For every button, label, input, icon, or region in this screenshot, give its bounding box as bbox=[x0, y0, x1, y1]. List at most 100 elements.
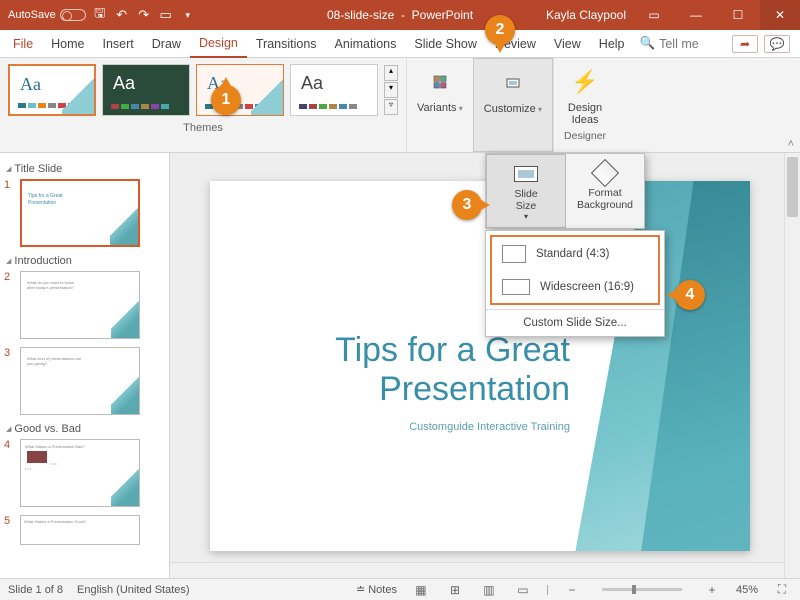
slide-subtitle[interactable]: Customguide Interactive Training bbox=[270, 421, 570, 433]
format-background-button[interactable]: Format Background bbox=[566, 154, 644, 228]
slide-sorter-view-icon[interactable]: ⊞ bbox=[445, 582, 465, 598]
design-ideas-label: Design Ideas bbox=[568, 102, 602, 126]
section-header[interactable]: Introduction bbox=[6, 255, 163, 267]
window-title: 08-slide-size - PowerPoint bbox=[327, 8, 473, 22]
slide-size-widescreen[interactable]: Widescreen (16:9) bbox=[492, 271, 658, 303]
custom-slide-size[interactable]: Custom Slide Size... bbox=[486, 309, 664, 336]
slide-number: 4 bbox=[4, 439, 14, 451]
variants-button[interactable]: Variants bbox=[406, 58, 473, 152]
tab-file[interactable]: File bbox=[4, 30, 42, 58]
slide-thumbnail-item[interactable]: 1 Tips for a GreatPresentation bbox=[4, 179, 165, 247]
slide-size-icon bbox=[514, 166, 538, 182]
customize-icon bbox=[495, 65, 531, 101]
tab-view[interactable]: View bbox=[545, 30, 590, 58]
language-indicator[interactable]: English (United States) bbox=[77, 584, 190, 596]
tab-insert[interactable]: Insert bbox=[94, 30, 143, 58]
tell-me-search[interactable]: 🔍 Tell me bbox=[640, 36, 699, 51]
zoom-in-button[interactable]: + bbox=[702, 582, 722, 598]
tell-me-label: Tell me bbox=[659, 37, 699, 51]
section-header[interactable]: Good vs. Bad bbox=[6, 423, 163, 435]
user-name[interactable]: Kayla Claypool bbox=[546, 8, 626, 22]
tab-home[interactable]: Home bbox=[42, 30, 93, 58]
statusbar: Slide 1 of 8 English (United States) ≐ N… bbox=[0, 578, 800, 600]
undo-icon[interactable]: ↶ bbox=[114, 7, 130, 23]
callout-badge-4: 4 bbox=[675, 280, 705, 310]
workspace: Title Slide 1 Tips for a GreatPresentati… bbox=[0, 153, 800, 578]
slide-count[interactable]: Slide 1 of 8 bbox=[8, 584, 63, 596]
ribbon-tabs: File Home Insert Draw Design Transitions… bbox=[0, 30, 800, 58]
theme-thumb-2[interactable]: Aa bbox=[102, 64, 190, 116]
theme-thumb-3[interactable]: Aa bbox=[196, 64, 284, 116]
autosave-toggle[interactable]: AutoSave bbox=[8, 9, 86, 21]
collapse-ribbon-icon[interactable]: ˄ bbox=[788, 138, 794, 150]
tab-draw[interactable]: Draw bbox=[143, 30, 190, 58]
slide-number: 1 bbox=[4, 179, 14, 191]
ribbon-design: Aa Aa Aa Aa ▴ ▾ ▿ Themes bbox=[0, 58, 800, 153]
save-icon[interactable]: 🖫 bbox=[92, 7, 108, 23]
titlebar: AutoSave 🖫 ↶ ↷ ▭ ▾ 08-slide-size - Power… bbox=[0, 0, 800, 30]
slide-panel[interactable]: Title Slide 1 Tips for a GreatPresentati… bbox=[0, 153, 170, 578]
section-header[interactable]: Title Slide bbox=[6, 163, 163, 175]
slide-number: 2 bbox=[4, 271, 14, 283]
tab-slideshow[interactable]: Slide Show bbox=[405, 30, 486, 58]
notes-toggle[interactable]: ≐ Notes bbox=[356, 583, 397, 596]
standard-label: Standard (4:3) bbox=[536, 248, 610, 260]
comments-button[interactable]: 💬 bbox=[764, 35, 790, 53]
variants-label: Variants bbox=[417, 102, 463, 114]
tab-help[interactable]: Help bbox=[590, 30, 634, 58]
themes-group-label: Themes bbox=[8, 122, 398, 134]
customize-label: Customize bbox=[484, 103, 542, 115]
designer-group-label: Designer bbox=[564, 130, 606, 142]
tab-design[interactable]: Design bbox=[190, 30, 247, 58]
maximize-button[interactable]: ☐ bbox=[718, 0, 758, 30]
reading-view-icon[interactable]: ▥ bbox=[479, 582, 499, 598]
toggle-icon bbox=[60, 9, 86, 21]
horizontal-scrollbar[interactable] bbox=[170, 562, 784, 578]
format-background-label: Format Background bbox=[577, 187, 633, 211]
themes-scroll-up[interactable]: ▴ bbox=[384, 65, 398, 81]
themes-more-button[interactable]: ▿ bbox=[384, 99, 398, 115]
theme-thumb-4[interactable]: Aa bbox=[290, 64, 378, 116]
slide-number: 3 bbox=[4, 347, 14, 359]
zoom-out-button[interactable]: − bbox=[562, 582, 582, 598]
slide-size-button[interactable]: Slide Size ▾ bbox=[486, 154, 566, 228]
normal-view-icon[interactable]: ▦ bbox=[411, 582, 431, 598]
slide-size-standard[interactable]: Standard (4:3) bbox=[492, 237, 658, 271]
theme-thumb-current[interactable]: Aa bbox=[8, 64, 96, 116]
slide-title[interactable]: Tips for a Great Presentation bbox=[270, 331, 570, 409]
callout-badge-2: 2 bbox=[485, 15, 515, 45]
slide-canvas[interactable]: Tips for a Great Presentation Customguid… bbox=[210, 181, 750, 551]
design-ideas-icon: ⚡ bbox=[567, 64, 603, 100]
zoom-level[interactable]: 45% bbox=[736, 584, 758, 596]
slide-size-label: Slide Size bbox=[514, 188, 537, 212]
widescreen-ratio-icon bbox=[502, 279, 530, 295]
customize-dropdown: Slide Size ▾ Format Background bbox=[485, 153, 645, 229]
customize-button[interactable]: Customize bbox=[473, 58, 553, 152]
slide-size-menu: Standard (4:3) Widescreen (16:9) Custom … bbox=[485, 230, 665, 337]
design-ideas-button[interactable]: ⚡ Design Ideas Designer bbox=[553, 58, 616, 152]
ribbon-options-icon[interactable]: ▭ bbox=[634, 0, 674, 30]
widescreen-label: Widescreen (16:9) bbox=[540, 281, 634, 293]
slide-number: 5 bbox=[4, 515, 14, 527]
start-slideshow-icon[interactable]: ▭ bbox=[158, 7, 174, 23]
vertical-scrollbar[interactable] bbox=[784, 153, 800, 578]
themes-scroll-down[interactable]: ▾ bbox=[384, 82, 398, 98]
standard-ratio-icon bbox=[502, 245, 526, 263]
slide-thumbnail-item[interactable]: 2 What do you want to knowafter today's … bbox=[4, 271, 165, 339]
zoom-slider[interactable] bbox=[602, 588, 682, 591]
callout-badge-3: 3 bbox=[452, 190, 482, 220]
slideshow-view-icon[interactable]: ▭ bbox=[513, 582, 533, 598]
slide-thumbnail-item[interactable]: 4 What Makes a Presentation Bad? • • •• … bbox=[4, 439, 165, 507]
fit-to-window-icon[interactable]: ⛶ bbox=[772, 582, 792, 598]
tab-transitions[interactable]: Transitions bbox=[247, 30, 326, 58]
slide-thumbnail-item[interactable]: 3 What kind of presentations areyou givi… bbox=[4, 347, 165, 415]
redo-icon[interactable]: ↷ bbox=[136, 7, 152, 23]
tab-animations[interactable]: Animations bbox=[326, 30, 406, 58]
close-button[interactable]: ✕ bbox=[760, 0, 800, 30]
format-background-icon bbox=[591, 159, 619, 187]
share-button[interactable]: ➦ bbox=[732, 35, 758, 53]
qat-more-icon[interactable]: ▾ bbox=[180, 7, 196, 23]
minimize-button[interactable]: — bbox=[676, 0, 716, 30]
themes-group: Aa Aa Aa Aa ▴ ▾ ▿ Themes bbox=[0, 58, 406, 152]
slide-thumbnail-item[interactable]: 5 What Makes a Presentation Good? bbox=[4, 515, 165, 545]
